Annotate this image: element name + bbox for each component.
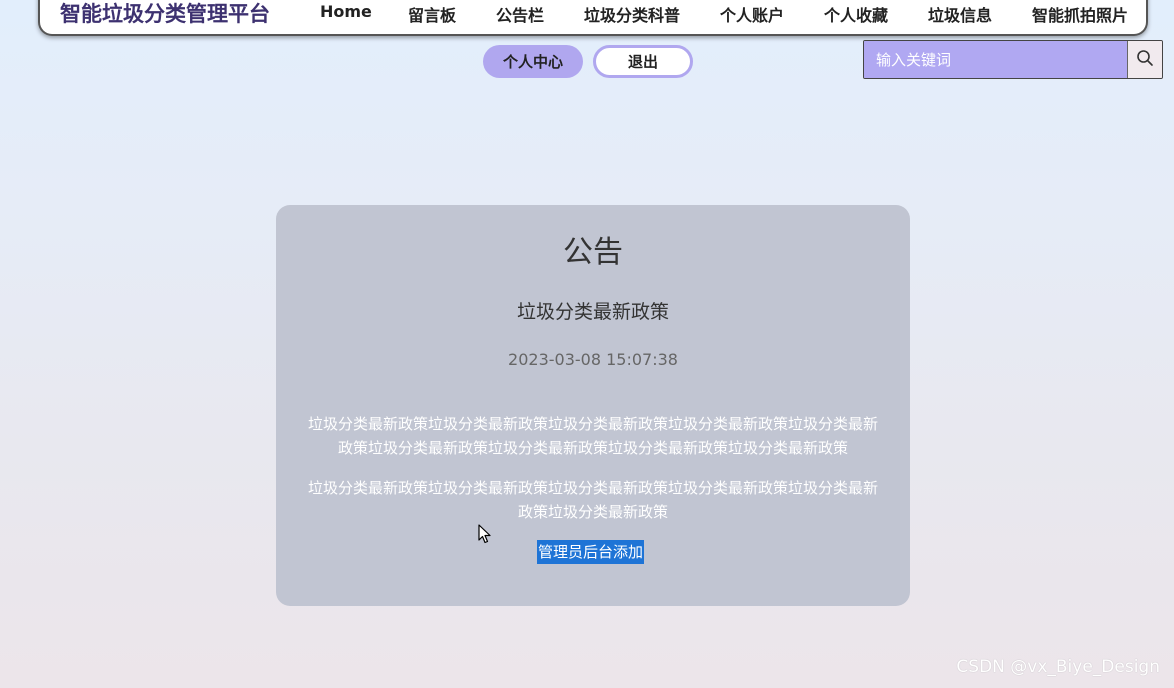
site-title[interactable]: 智能垃圾分类管理平台 bbox=[60, 0, 270, 28]
nav-announcements[interactable]: 公告栏 bbox=[496, 2, 544, 26]
search-input[interactable] bbox=[864, 41, 1127, 78]
search-button[interactable] bbox=[1127, 41, 1162, 78]
personal-center-button[interactable]: 个人中心 bbox=[483, 45, 583, 78]
watermark: CSDN @vx_Biye_Design bbox=[956, 657, 1160, 677]
mouse-cursor-icon bbox=[478, 524, 492, 548]
logout-button[interactable]: 退出 bbox=[593, 45, 693, 78]
search-icon bbox=[1136, 49, 1154, 71]
nav-garbage-science[interactable]: 垃圾分类科普 bbox=[584, 2, 680, 26]
nav-message-board[interactable]: 留言板 bbox=[408, 2, 456, 26]
notice-paragraph: 垃圾分类最新政策垃圾分类最新政策垃圾分类最新政策垃圾分类最新政策垃圾分类最新政策… bbox=[307, 479, 878, 521]
top-navbar: 智能垃圾分类管理平台 Home 留言板 公告栏 垃圾分类科普 个人账户 个人收藏… bbox=[38, 0, 1148, 36]
admin-note: 管理员后台添加 bbox=[537, 540, 645, 564]
notice-heading: 公告 bbox=[563, 235, 623, 270]
nav-favorites[interactable]: 个人收藏 bbox=[824, 2, 888, 26]
nav-garbage-info[interactable]: 垃圾信息 bbox=[928, 2, 992, 26]
nav-smart-capture[interactable]: 智能抓拍照片 bbox=[1032, 2, 1128, 26]
search-bar bbox=[863, 40, 1163, 79]
nav-personal-account[interactable]: 个人账户 bbox=[720, 2, 784, 26]
notice-date: 2023-03-08 15:07:38 bbox=[508, 350, 678, 369]
notice-paragraph: 垃圾分类最新政策垃圾分类最新政策垃圾分类最新政策垃圾分类最新政策垃圾分类最新政策… bbox=[307, 415, 878, 457]
nav-home[interactable]: Home bbox=[320, 2, 372, 21]
notice-title: 垃圾分类最新政策 bbox=[516, 301, 669, 323]
notice-card: 公告 垃圾分类最新政策 2023-03-08 15:07:38 垃圾分类最新政策… bbox=[276, 205, 910, 606]
